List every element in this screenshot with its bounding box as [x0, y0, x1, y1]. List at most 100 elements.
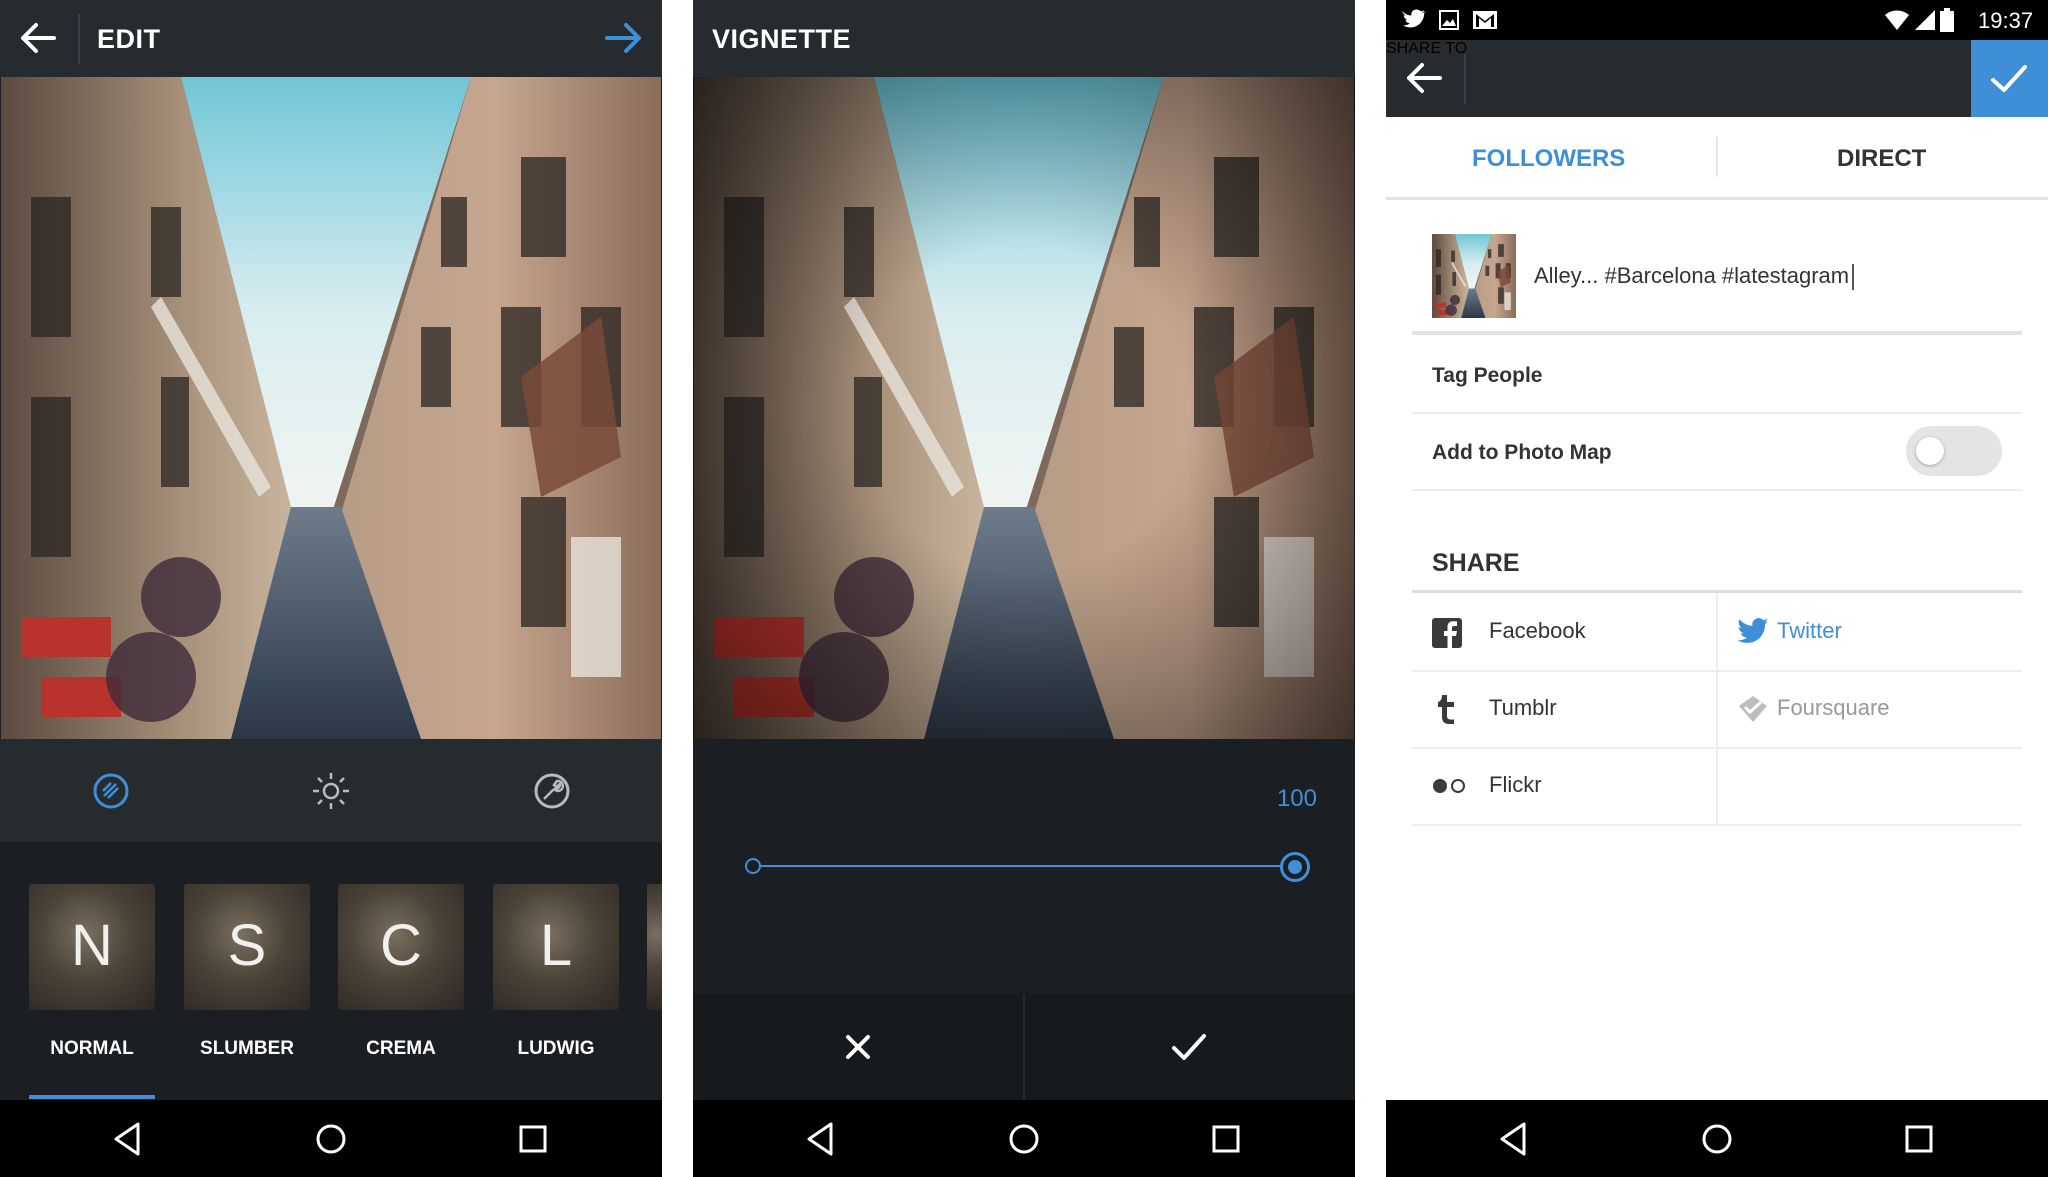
page-title: EDIT: [97, 24, 161, 54]
share-confirm-button[interactable]: [1971, 40, 2048, 117]
nav-back-icon[interactable]: [801, 1120, 841, 1158]
filter-letter: L: [539, 913, 573, 978]
status-time: 19:37: [1978, 8, 2034, 33]
filter-label-ludwig: LUDWIG: [517, 1038, 595, 1059]
status-bar: 19:37: [1386, 0, 2048, 40]
text-cursor: [1852, 264, 1855, 291]
facebook-icon: [1432, 618, 1462, 648]
nav-home-icon[interactable]: [1697, 1120, 1737, 1158]
slider-value: 100: [1276, 785, 1317, 812]
share-twitter[interactable]: Twitter: [1718, 593, 2022, 670]
share-label-facebook: Facebook: [1489, 618, 1586, 643]
battery-icon: [1940, 8, 1954, 32]
photo-preview: [0, 77, 662, 739]
slider-track[interactable]: [753, 865, 1295, 867]
cancel-icon[interactable]: [843, 1032, 873, 1062]
share-label-tumblr: Tumblr: [1489, 695, 1557, 720]
row-divider: [1412, 489, 2022, 491]
filter-thumb-crema[interactable]: C: [338, 884, 464, 1010]
nav-home-icon[interactable]: [1004, 1120, 1044, 1158]
filter-thumb-normal[interactable]: N: [29, 884, 155, 1010]
appbar-divider: [78, 14, 80, 64]
share-foursquare[interactable]: Foursquare: [1718, 670, 2022, 747]
post-thumbnail: [1432, 234, 1516, 318]
vignette-action-bar: [693, 994, 1355, 1100]
filter-label-normal: NORMAL: [50, 1038, 134, 1059]
caption-text: Alley... #Barcelona #latestagram: [1534, 263, 1850, 288]
slider-thumb[interactable]: [1280, 852, 1310, 882]
tumblr-icon: [1438, 695, 1454, 724]
tab-followers[interactable]: FOLLOWERS: [1472, 145, 1625, 173]
photo-map-label: Add to Photo Map: [1432, 441, 1612, 464]
back-arrow-icon[interactable]: [20, 22, 56, 54]
tag-people-row[interactable]: Tag People: [1432, 364, 1542, 388]
nav-back-icon[interactable]: [1494, 1120, 1534, 1158]
adjust-wrench-icon[interactable]: [532, 771, 572, 811]
vignette-slider-area: 100: [693, 739, 1355, 994]
filter-label-slumber: SLUMBER: [200, 1038, 294, 1059]
back-arrow-icon[interactable]: [1406, 62, 1442, 94]
check-icon: [1991, 65, 2027, 92]
row-divider: [1412, 412, 2022, 414]
action-divider: [1023, 994, 1025, 1100]
nav-recents-icon[interactable]: [513, 1120, 553, 1158]
nav-recents-icon[interactable]: [1899, 1120, 1939, 1158]
filter-letter: C: [380, 913, 422, 978]
wifi-icon: [1885, 10, 1909, 30]
edit-app-bar: EDIT: [0, 0, 662, 77]
toggle-knob: [1916, 437, 1944, 465]
appbar-divider: [1464, 54, 1466, 104]
gallery-icon: [1439, 10, 1459, 30]
signal-icon: [1915, 10, 1935, 30]
filter-letter: N: [71, 913, 113, 978]
nav-back-icon[interactable]: [108, 1120, 148, 1158]
page-title: VIGNETTE: [712, 24, 852, 54]
selected-filter-indicator: [29, 1095, 155, 1099]
flickr-icon: [1433, 779, 1465, 793]
system-nav-bar: [1386, 1100, 2048, 1177]
nav-home-icon[interactable]: [311, 1120, 351, 1158]
foursquare-icon: [1739, 696, 1767, 722]
edit-tool-bar: [0, 739, 662, 842]
photo-preview: [693, 77, 1355, 739]
caption-underline: [1412, 331, 2022, 335]
system-nav-bar: [0, 1100, 662, 1177]
share-label-foursquare: Foursquare: [1777, 695, 1890, 720]
thumbnail-image: [1432, 234, 1516, 318]
vignette-overlay: [693, 77, 1355, 739]
edit-screen: EDIT N S C L NORMAL SLUMBER CREMA LUDWIG: [0, 0, 662, 1177]
share-label-flickr: Flickr: [1489, 772, 1542, 797]
slider-thumb-core: [1288, 860, 1302, 874]
share-heading: SHARE: [1432, 549, 1520, 577]
share-flickr[interactable]: Flickr: [1412, 747, 1716, 824]
share-app-bar: SHARE TO: [1386, 40, 2048, 117]
tab-direct[interactable]: DIRECT: [1837, 145, 1926, 173]
system-nav-bar: [693, 1100, 1355, 1177]
share-tumblr[interactable]: Tumblr: [1412, 670, 1716, 747]
nav-recents-icon[interactable]: [1206, 1120, 1246, 1158]
vignette-screen: VIGNETTE 100: [693, 0, 1355, 1177]
page-title: SHARE TO: [1386, 40, 1468, 57]
filter-thumb-partial[interactable]: [647, 884, 662, 1010]
caption-input[interactable]: Alley... #Barcelona #latestagram: [1534, 263, 1855, 291]
photo-map-toggle[interactable]: [1906, 426, 2002, 476]
filter-thumb-slumber[interactable]: S: [184, 884, 310, 1010]
share-facebook[interactable]: Facebook: [1412, 593, 1716, 670]
twitter-icon: [1737, 618, 1769, 643]
next-arrow-icon[interactable]: [604, 22, 642, 54]
filter-thumb-ludwig[interactable]: L: [493, 884, 619, 1010]
filter-label-crema: CREMA: [366, 1038, 436, 1059]
tab-divider: [1716, 137, 1718, 177]
row-divider: [1412, 824, 2022, 826]
filter-icon[interactable]: [91, 771, 131, 811]
gmail-icon: [1473, 11, 1497, 29]
filter-letter: S: [227, 913, 267, 978]
filter-strip: N S C L NORMAL SLUMBER CREMA LUDWIG: [0, 842, 662, 1100]
share-screen: 19:37 SHARE TO FOLLOWERS DIRECT Alley...…: [1386, 0, 2048, 1177]
slider-origin-dot: [745, 858, 761, 874]
brightness-icon[interactable]: [311, 771, 351, 811]
share-label-twitter: Twitter: [1777, 618, 1842, 643]
vignette-app-bar: VIGNETTE: [693, 0, 1355, 77]
confirm-check-icon[interactable]: [1171, 1032, 1207, 1062]
share-tabs: FOLLOWERS DIRECT: [1386, 117, 2048, 200]
